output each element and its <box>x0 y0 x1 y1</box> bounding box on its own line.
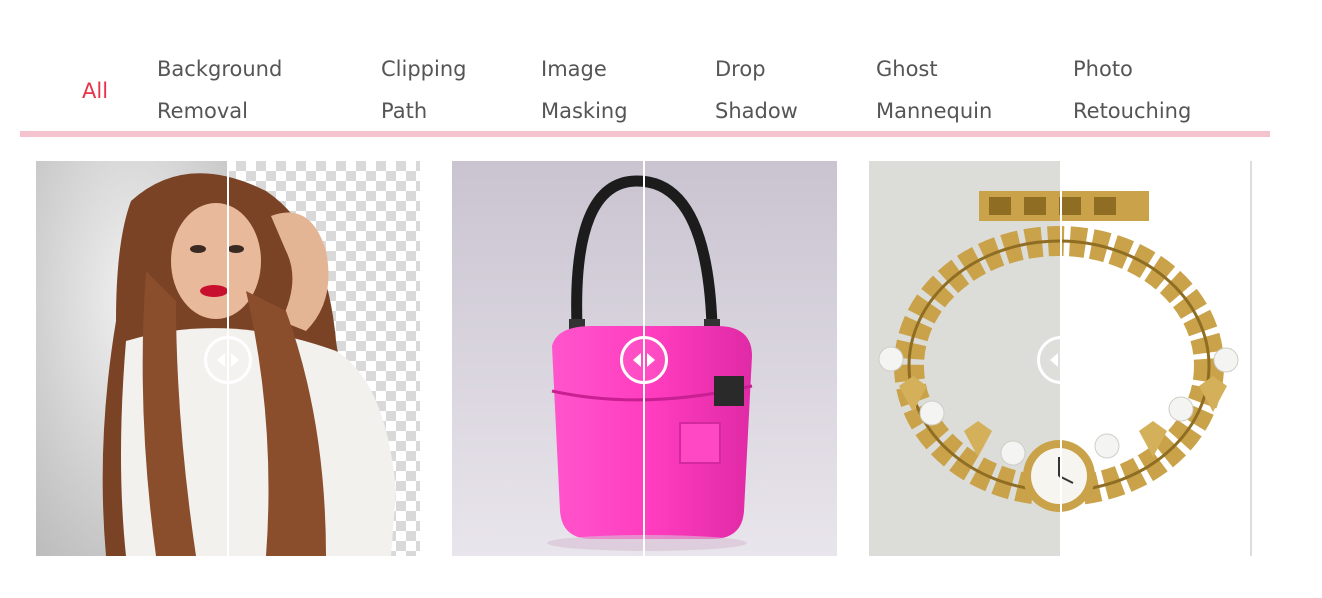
filter-tabs: All Background Removal Clipping Path Ima… <box>20 48 1270 138</box>
tab-label-line1: Photo <box>1073 57 1133 81</box>
slider-handle[interactable] <box>620 336 668 384</box>
before-after-card-woman[interactable] <box>36 161 420 556</box>
tab-background-removal[interactable]: Background Removal <box>157 48 282 132</box>
arrow-right-icon <box>647 353 655 367</box>
tab-clipping-path[interactable]: Clipping Path <box>381 48 466 132</box>
tab-all[interactable]: All <box>82 70 108 112</box>
arrow-right-icon <box>1064 353 1072 367</box>
tab-label-line1: Drop <box>715 57 766 81</box>
tab-label-line2: Path <box>381 99 428 123</box>
tab-image-masking[interactable]: Image Masking <box>541 48 628 132</box>
tab-ghost-mannequin[interactable]: Ghost Mannequin <box>876 48 992 132</box>
before-after-card-bracelet[interactable] <box>869 161 1253 556</box>
tab-photo-retouching[interactable]: Photo Retouching <box>1073 48 1191 132</box>
tab-label-line2: Removal <box>157 99 249 123</box>
tab-label-line2: Retouching <box>1073 99 1192 123</box>
tab-label-line1: Clipping <box>381 57 467 81</box>
slider-handle[interactable] <box>204 336 252 384</box>
tab-label-line2: Mannequin <box>876 99 993 123</box>
before-after-card-handbag[interactable] <box>452 161 837 556</box>
slider-handle[interactable] <box>1037 336 1085 384</box>
arrow-left-icon <box>633 353 641 367</box>
arrow-left-icon <box>217 353 225 367</box>
arrow-left-icon <box>1050 353 1058 367</box>
tab-label-line2: Shadow <box>715 99 798 123</box>
tabs-underline <box>20 131 1270 137</box>
tab-drop-shadow[interactable]: Drop Shadow <box>715 48 798 132</box>
arrow-right-icon <box>231 353 239 367</box>
tab-label-line1: Ghost <box>876 57 938 81</box>
tab-all-label: All <box>82 79 109 103</box>
tab-label-line1: Background <box>157 57 283 81</box>
tab-label-line1: Image <box>541 57 607 81</box>
tab-label-line2: Masking <box>541 99 628 123</box>
